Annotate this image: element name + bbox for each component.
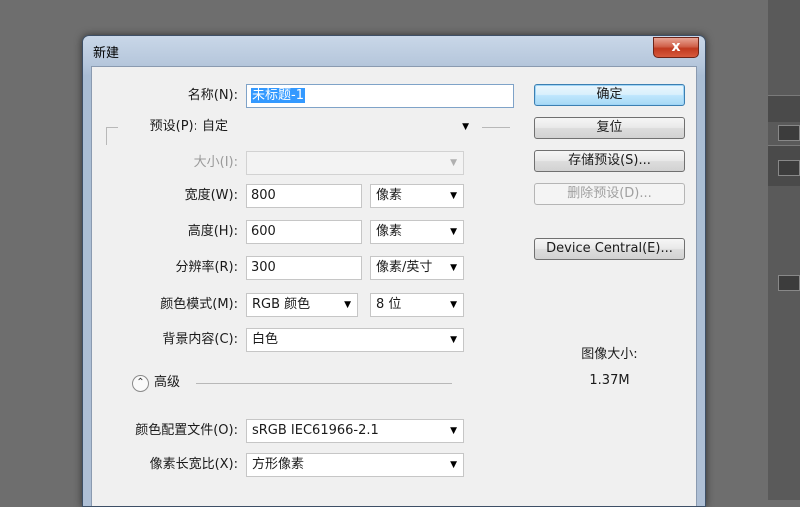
group-border [482, 127, 510, 128]
color-profile-dropdown[interactable]: sRGB IEC61966-2.1 ▼ [246, 419, 464, 443]
dialog-title: 新建 [93, 46, 120, 61]
chevron-down-icon: ▼ [450, 426, 457, 436]
color-mode-label: 颜色模式(M): [160, 297, 238, 312]
image-size-label: 图像大小: [581, 347, 638, 362]
close-button[interactable]: x [653, 37, 699, 58]
preset-dropdown[interactable]: 自定 ▼ [196, 115, 476, 139]
panel-strip [768, 95, 800, 122]
background-panel [768, 0, 800, 500]
color-mode-dropdown[interactable]: RGB 颜色 ▼ [246, 293, 358, 317]
preset-value: 自定 [202, 119, 229, 134]
height-label: 高度(H): [187, 224, 238, 239]
device-central-button[interactable]: Device Central(E)... [534, 238, 685, 260]
size-label: 大小(I): [193, 155, 238, 170]
resolution-unit-value: 像素/英寸 [376, 260, 433, 275]
width-label: 宽度(W): [184, 188, 238, 203]
new-document-dialog: 新建 x 名称(N): 未标题-1 预设(P): 自定 ▼ 大小(I): ▼ 宽度… [82, 35, 706, 507]
pixel-aspect-label: 像素长宽比(X): [149, 457, 238, 472]
chevron-down-icon: ▼ [344, 300, 351, 310]
color-profile-value: sRGB IEC61966-2.1 [252, 423, 379, 438]
group-border [106, 127, 107, 145]
save-preset-button[interactable]: 存储预设(S)... [534, 150, 685, 172]
preset-label: 预设(P): [149, 119, 198, 134]
background-dropdown[interactable]: 白色 ▼ [246, 328, 464, 352]
name-value: 未标题-1 [251, 88, 305, 103]
bit-depth-dropdown[interactable]: 8 位 ▼ [370, 293, 464, 317]
color-profile-label: 颜色配置文件(O): [135, 423, 238, 438]
background-label: 背景内容(C): [162, 332, 238, 347]
resolution-value: 300 [251, 260, 276, 275]
chevron-down-icon: ▼ [462, 122, 469, 132]
background-value: 白色 [252, 332, 279, 347]
width-input[interactable]: 800 [246, 184, 362, 208]
titlebar: 新建 x [83, 36, 705, 66]
size-dropdown[interactable]: ▼ [246, 151, 464, 175]
chevron-down-icon: ▼ [450, 191, 457, 201]
panel-chip [778, 160, 800, 176]
height-value: 600 [251, 224, 276, 239]
pixel-aspect-dropdown[interactable]: 方形像素 ▼ [246, 453, 464, 477]
panel-chip [778, 275, 800, 291]
advanced-divider [196, 383, 452, 384]
chevron-down-icon: ▼ [450, 227, 457, 237]
color-mode-value: RGB 颜色 [252, 297, 311, 312]
panel-chip [778, 125, 800, 141]
chevron-down-icon: ▼ [450, 300, 457, 310]
chevron-down-icon: ▼ [450, 460, 457, 470]
close-icon: x [671, 39, 681, 55]
name-input[interactable]: 未标题-1 [246, 84, 514, 108]
height-input[interactable]: 600 [246, 220, 362, 244]
bit-depth-value: 8 位 [376, 297, 402, 312]
resolution-input[interactable]: 300 [246, 256, 362, 280]
chevron-down-icon: ▼ [450, 158, 457, 168]
width-unit-value: 像素 [376, 188, 403, 203]
pixel-aspect-value: 方形像素 [252, 457, 305, 472]
height-unit-value: 像素 [376, 224, 403, 239]
delete-preset-button[interactable]: 删除预设(D)... [534, 183, 685, 205]
ok-button[interactable]: 确定 [534, 84, 685, 106]
collapse-up-icon[interactable]: ⌃ [132, 375, 149, 392]
chevron-down-icon: ▼ [450, 263, 457, 273]
reset-button[interactable]: 复位 [534, 117, 685, 139]
width-unit-dropdown[interactable]: 像素 ▼ [370, 184, 464, 208]
name-label: 名称(N): [187, 88, 238, 103]
resolution-label: 分辨率(R): [175, 260, 238, 275]
width-value: 800 [251, 188, 276, 203]
height-unit-dropdown[interactable]: 像素 ▼ [370, 220, 464, 244]
chevron-down-icon: ▼ [450, 335, 457, 345]
image-size-value: 1.37M [589, 373, 630, 388]
dialog-body: 名称(N): 未标题-1 预设(P): 自定 ▼ 大小(I): ▼ 宽度(W): … [91, 66, 697, 506]
advanced-label[interactable]: 高级 [154, 371, 180, 395]
resolution-unit-dropdown[interactable]: 像素/英寸 ▼ [370, 256, 464, 280]
group-border [106, 127, 118, 128]
